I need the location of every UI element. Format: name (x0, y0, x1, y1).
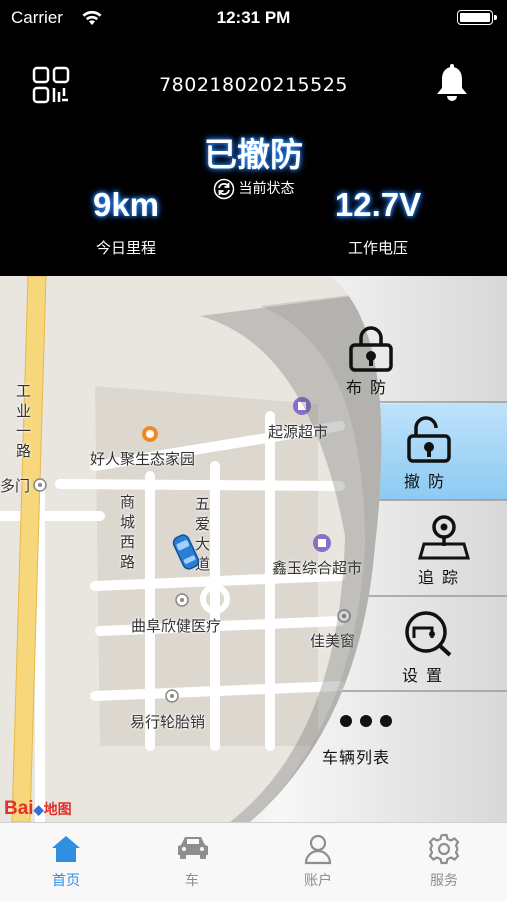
clock: 12:31 PM (216, 8, 291, 27)
tab-bar: 首页 车 账户 服务 (0, 822, 507, 901)
settings-search-icon (405, 611, 452, 657)
map-pin-icon (418, 515, 470, 560)
tab-car[interactable]: 车 (129, 823, 255, 901)
device-id: 780218020215525 (159, 74, 348, 96)
tab-car-label: 车 (185, 873, 199, 889)
voltage-value: 12.7V (334, 186, 422, 223)
user-icon (304, 834, 332, 865)
car-marker-icon[interactable] (168, 532, 204, 572)
status-bar: Carrier 12:31 PM (0, 0, 507, 38)
map-label-poi: 起源超市 (268, 423, 329, 441)
tab-account-label: 账户 (304, 873, 332, 889)
mileage-label: 今日里程 (95, 239, 156, 257)
map-label-poi: 好人聚生态家园 (90, 450, 196, 468)
map-label-road: 工业一路 (16, 382, 32, 460)
voltage-label: 工作电压 (347, 239, 408, 257)
menu-label-disarm: 撤防 (404, 472, 453, 491)
home-icon (52, 836, 80, 862)
gear-icon (428, 833, 460, 865)
car-icon (178, 837, 208, 859)
tab-service-label: 服务 (430, 873, 458, 889)
menu-label-arm: 布防 (346, 378, 395, 397)
menu-item-vehicle-list[interactable]: 车辆列表 (322, 706, 507, 776)
map-label-poi: 多门 (0, 477, 31, 495)
state-label: 当前状态 (238, 181, 295, 197)
menu-label-track: 追踪 (418, 568, 467, 587)
bell-icon[interactable] (434, 64, 470, 102)
lock-open-icon (407, 416, 451, 463)
header-panel: 780218020215525 已撤防 当前状态 9km 今日里程 12.7V … (0, 38, 507, 276)
mileage-value: 9km (92, 186, 160, 223)
menu-item-settings[interactable]: 设置 (330, 610, 507, 691)
menu-item-arm[interactable]: 布防 (330, 326, 507, 402)
arm-status: 已撤防 (204, 135, 303, 174)
baidu-logo: Bai◆地图 (4, 798, 72, 819)
map-label-road: 商城西路 (120, 493, 136, 571)
map-label-poi: 易行轮胎销 (130, 713, 206, 731)
tab-account[interactable]: 账户 (255, 823, 381, 901)
menu-label-settings: 设置 (402, 666, 451, 685)
menu-label-vehicle-list: 车辆列表 (322, 748, 391, 767)
tab-home-label: 首页 (52, 873, 80, 889)
tab-service[interactable]: 服务 (381, 823, 507, 901)
lock-closed-icon (349, 326, 393, 372)
refresh-icon[interactable] (213, 178, 235, 200)
battery-icon (457, 10, 497, 25)
menu-item-track[interactable]: 追踪 (330, 514, 507, 596)
map-label-poi: 曲阜欣健医疗 (131, 617, 222, 635)
tab-home[interactable]: 首页 (3, 823, 129, 901)
paw-icon: ◆ (33, 802, 44, 817)
menu-item-disarm[interactable]: 撤防 (330, 416, 507, 500)
more-dots-icon (340, 715, 392, 727)
